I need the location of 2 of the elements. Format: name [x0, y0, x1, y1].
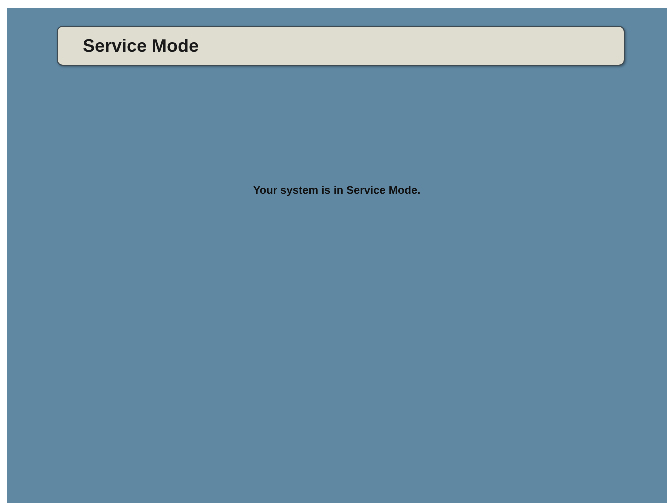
- status-message: Your system is in Service Mode.: [252, 185, 422, 197]
- screen-title: Service Mode: [83, 36, 200, 56]
